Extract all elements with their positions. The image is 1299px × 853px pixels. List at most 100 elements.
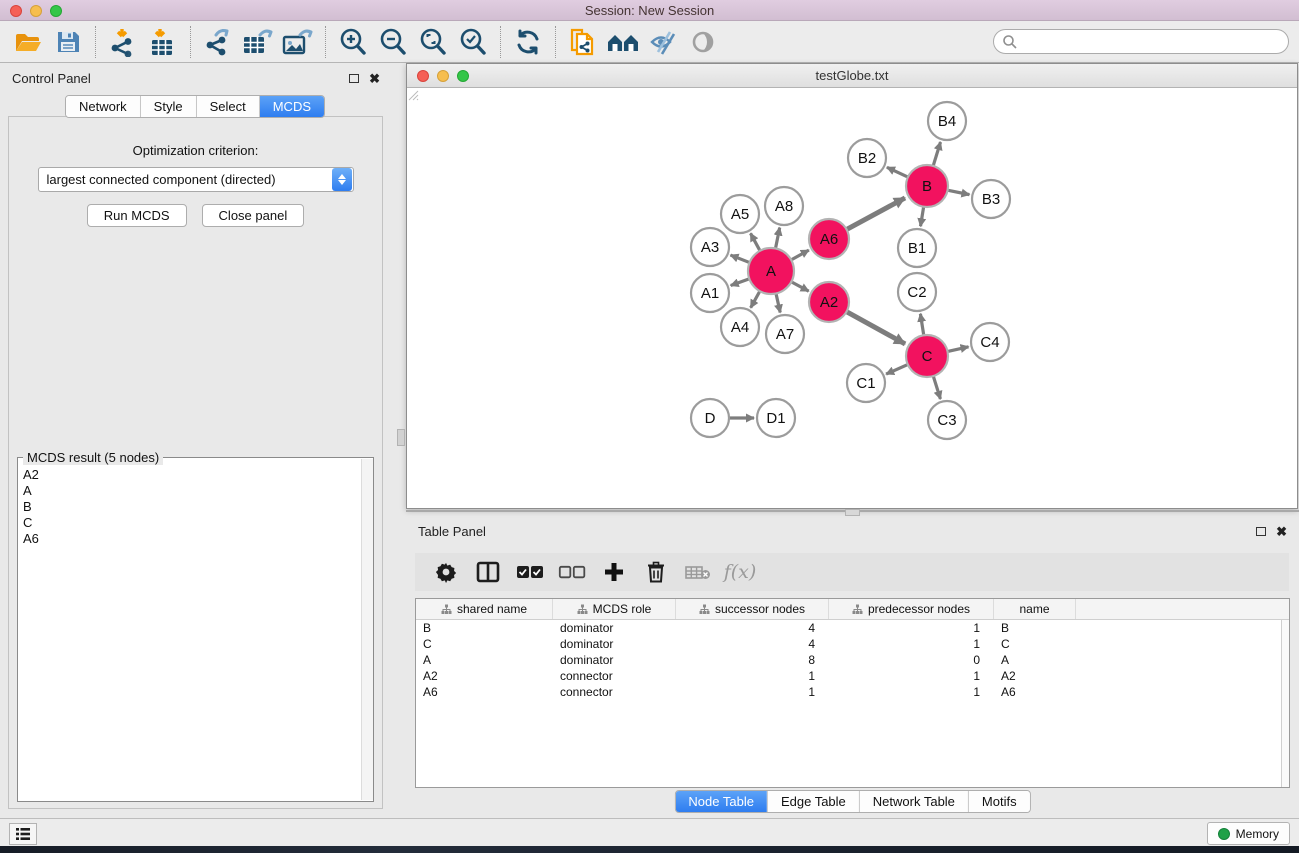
table-cell[interactable]: 1 [829,621,994,635]
edge-C-C1[interactable] [886,364,910,374]
network-window-titlebar[interactable]: testGlobe.txt [407,64,1297,88]
mcds-result-item[interactable]: C [23,515,360,531]
edge-A6-B[interactable] [845,198,905,231]
table-cell[interactable]: 1 [829,669,994,683]
edge-B-B3[interactable] [946,190,970,195]
node-B3[interactable]: B3 [972,180,1010,218]
table-cell[interactable]: dominator [553,653,676,667]
maximize-window-button[interactable] [50,5,62,17]
mcds-result-item[interactable]: A2 [23,467,360,483]
network-window-controls[interactable] [417,70,469,82]
memory-button[interactable]: Memory [1207,822,1290,845]
table-scrollbar[interactable] [1281,620,1289,787]
deselect-all-rows-icon[interactable] [557,558,587,586]
resize-grip-icon[interactable] [407,89,419,101]
table-header-row[interactable]: shared nameMCDS rolesuccessor nodesprede… [416,599,1289,620]
mcds-result-item[interactable]: A6 [23,531,360,547]
search-input[interactable] [993,29,1289,54]
table-row[interactable]: A6connector11A6 [416,684,1289,700]
table-cell[interactable]: A6 [416,685,553,699]
open-file-icon[interactable] [8,26,48,58]
table-cell[interactable]: dominator [553,621,676,635]
table-cell[interactable]: 1 [829,637,994,651]
first-neighbors-icon[interactable] [603,26,643,58]
table-row[interactable]: A2connector11A2 [416,668,1289,684]
node-C[interactable]: C [906,335,948,377]
run-mcds-button[interactable]: Run MCDS [87,204,187,227]
export-network-icon[interactable] [198,26,238,58]
column-header-shared-name[interactable]: shared name [416,599,553,619]
table-cell[interactable]: 1 [829,685,994,699]
table-cell[interactable]: 4 [676,621,829,635]
zoom-in-icon[interactable] [333,26,373,58]
column-header-name[interactable]: name [994,599,1076,619]
vertical-splitter-handle[interactable] [397,429,405,446]
node-B1[interactable]: B1 [898,229,936,267]
node-C3[interactable]: C3 [928,401,966,439]
tab-edge-table[interactable]: Edge Table [767,791,859,812]
result-scrollbar[interactable] [361,459,373,800]
edge-A-A5[interactable] [751,233,761,252]
column-header-MCDS-role[interactable]: MCDS role [553,599,676,619]
import-network-icon[interactable] [103,26,143,58]
criterion-dropdown[interactable]: largest connected component (directed) [38,167,354,192]
table-cell[interactable]: 8 [676,653,829,667]
refresh-view-icon[interactable] [508,26,548,58]
table-cell[interactable]: 0 [829,653,994,667]
close-panel-button[interactable]: Close panel [202,204,305,227]
table-row[interactable]: Cdominator41C [416,636,1289,652]
table-cell[interactable]: A2 [994,669,1076,683]
edge-C-C4[interactable] [946,347,969,352]
node-A5[interactable]: A5 [721,195,759,233]
table-cell[interactable]: C [994,637,1076,651]
export-image-icon[interactable] [278,26,318,58]
tab-style[interactable]: Style [140,96,196,117]
tab-network[interactable]: Network [66,96,140,117]
float-table-panel-icon[interactable] [1256,527,1266,536]
node-A1[interactable]: A1 [691,274,729,312]
node-C1[interactable]: C1 [847,364,885,402]
duplicate-network-icon[interactable] [563,26,603,58]
edge-C-C3[interactable] [933,374,941,399]
node-D1[interactable]: D1 [757,399,795,437]
edge-A2-C[interactable] [845,311,905,344]
mcds-result-item[interactable]: A [23,483,360,499]
edge-B-B1[interactable] [921,205,924,227]
node-A[interactable]: A [748,248,794,294]
node-B4[interactable]: B4 [928,102,966,140]
edge-A-A2[interactable] [790,281,809,291]
table-cell[interactable]: A [416,653,553,667]
table-cell[interactable]: B [994,621,1076,635]
node-B[interactable]: B [906,165,948,207]
node-A6[interactable]: A6 [809,219,849,259]
table-cell[interactable]: connector [553,685,676,699]
table-cell[interactable]: 1 [676,685,829,699]
close-panel-icon[interactable]: ✖ [369,74,380,84]
table-row[interactable]: Bdominator41B [416,620,1289,636]
edge-A-A7[interactable] [776,291,781,312]
node-table[interactable]: shared nameMCDS rolesuccessor nodesprede… [415,598,1290,788]
window-controls[interactable] [10,5,62,17]
node-A4[interactable]: A4 [721,308,759,346]
network-close-button[interactable] [417,70,429,82]
table-cell[interactable]: connector [553,669,676,683]
node-A8[interactable]: A8 [765,187,803,225]
edge-A-A1[interactable] [731,278,752,285]
edge-A-A8[interactable] [775,228,780,251]
node-A3[interactable]: A3 [691,228,729,266]
table-settings-icon[interactable] [431,558,461,586]
tab-network-table[interactable]: Network Table [859,791,968,812]
table-cell[interactable]: dominator [553,637,676,651]
mcds-result-list[interactable]: A2ABCA6 [18,461,360,801]
mcds-result-item[interactable]: B [23,499,360,515]
show-hidden-icon[interactable] [683,26,723,58]
delete-columns-icon[interactable] [641,558,671,586]
node-C4[interactable]: C4 [971,323,1009,361]
edge-B-B2[interactable] [887,167,910,178]
table-cell[interactable]: 1 [676,669,829,683]
table-cell[interactable]: 4 [676,637,829,651]
zoom-selected-icon[interactable] [453,26,493,58]
table-body[interactable]: Bdominator41BCdominator41CAdominator80AA… [416,620,1289,700]
edge-C-C2[interactable] [920,314,924,337]
float-panel-icon[interactable] [349,74,359,83]
